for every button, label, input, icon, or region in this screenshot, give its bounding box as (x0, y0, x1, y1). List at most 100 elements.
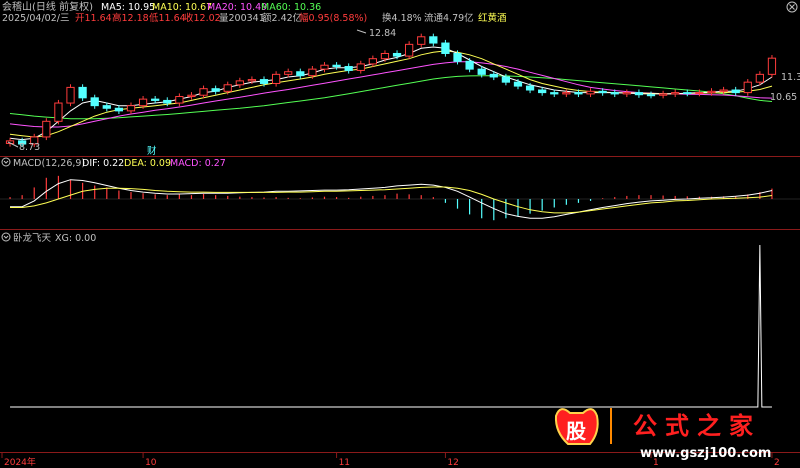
candle-body (211, 88, 220, 92)
macd-dea-label: DEA: 0.09 (124, 158, 171, 169)
peak-annotation: 12.84 (356, 28, 396, 39)
stock-name[interactable]: 会稽山(日线 前复权) (2, 0, 93, 13)
candle-body (54, 102, 63, 122)
candle (368, 55, 377, 68)
low-price-label: 8.73 (19, 142, 40, 153)
candle (54, 99, 63, 125)
candle-body (755, 73, 764, 83)
candle-body (151, 98, 160, 101)
moving-average-lines (9, 46, 773, 141)
high-label: 高12.18 (112, 12, 149, 24)
candle-body (550, 92, 559, 95)
candle-body (598, 90, 607, 94)
ma60-line (9, 75, 773, 120)
candle (356, 60, 365, 74)
macd-header: MACD(12,26,9) DIF: 0.22 DEA: 0.09 MACD: … (1, 157, 226, 169)
candle-body (163, 99, 172, 104)
candle-body (296, 71, 305, 77)
candle-body (284, 71, 293, 75)
candle-body (731, 89, 740, 94)
watermark-title: 公式之家 (633, 412, 761, 440)
candle-body (586, 90, 595, 95)
xg-line (10, 244, 772, 408)
candle-body (707, 90, 716, 94)
candle-body (719, 89, 728, 92)
candle-body (175, 96, 184, 104)
candle (42, 118, 51, 141)
x-tick-label: 2024年 (4, 456, 36, 468)
candle-body (767, 57, 777, 75)
volume-label: 量200341 (219, 13, 265, 24)
candle (743, 79, 752, 96)
candle (284, 68, 293, 78)
candle-body (332, 64, 341, 68)
indicator-collapse-icon[interactable] (1, 232, 11, 242)
candle (405, 41, 414, 60)
candle-body (126, 105, 136, 112)
candle-body (634, 92, 644, 96)
candle (465, 58, 474, 73)
candle (634, 89, 644, 98)
panel-collapse-icon[interactable] (1, 157, 11, 167)
candle (658, 90, 668, 99)
candle (417, 33, 426, 48)
close-icon[interactable] (786, 1, 798, 13)
candle-body (743, 81, 752, 94)
candle-body (90, 97, 99, 107)
candle (271, 71, 281, 87)
candle-body (622, 92, 631, 95)
candle-body (138, 98, 148, 107)
candle-body (441, 42, 450, 54)
candle-body (308, 68, 317, 77)
x-tick-label: 10 (145, 458, 157, 468)
candle-body (392, 52, 402, 57)
candle (731, 86, 740, 96)
amount-label: 额2.42亿 (262, 12, 302, 24)
candle (90, 94, 99, 109)
candle (344, 63, 353, 74)
finance-marker[interactable]: 财 (147, 145, 157, 157)
candle-body (356, 63, 365, 71)
candle (767, 55, 777, 78)
open-label: 开11.64 (75, 13, 112, 24)
stock-chart: 会稽山(日线 前复权) MA5: 10.95 MA10: 10.67 MA20:… (0, 0, 800, 468)
right-price-label-2: 10.65 (770, 92, 797, 103)
candle-body (574, 92, 583, 95)
candle (199, 85, 208, 99)
candle-body (114, 107, 124, 112)
x-tick-label: 2 (774, 458, 780, 468)
candle (586, 88, 595, 98)
candle (622, 89, 631, 98)
candle-body (223, 84, 232, 92)
candle-body (344, 66, 353, 71)
candlestick-series (5, 33, 777, 148)
candle (114, 105, 124, 114)
candle-body (66, 86, 75, 104)
candle-body (187, 94, 196, 98)
turnover-label: 换4.18% (382, 12, 422, 24)
candle-body (525, 85, 535, 91)
watermark: 股 公式之家 www.gszj100.com (554, 408, 771, 461)
candle (441, 39, 450, 57)
macd-value-label: MACD: 0.27 (170, 158, 226, 169)
x-tick-label: 12 (447, 458, 458, 468)
candle-body (562, 92, 571, 95)
close-label: 收12.02 (184, 12, 221, 24)
candle (235, 77, 244, 88)
candle (126, 102, 136, 114)
right-price-label-1: 11.37 (781, 72, 800, 83)
candle-body (429, 36, 438, 44)
candle (175, 93, 184, 107)
peak-price-label: 12.84 (369, 28, 396, 39)
dea-line (10, 186, 773, 214)
indicator-header: 卧龙飞天 XG: 0.00 (1, 232, 96, 244)
candle-body (259, 79, 269, 84)
candle-body (368, 58, 377, 65)
float-mv-label: 流通4.79亿 (424, 12, 474, 24)
candle (66, 84, 75, 107)
ma5-label: MA5: 10.95 (101, 2, 155, 13)
ma10-label: MA10: 10.67 (152, 2, 212, 13)
candle-body (417, 36, 426, 45)
candle-body (235, 80, 244, 86)
indicator-xg-label: XG: 0.00 (55, 233, 96, 244)
